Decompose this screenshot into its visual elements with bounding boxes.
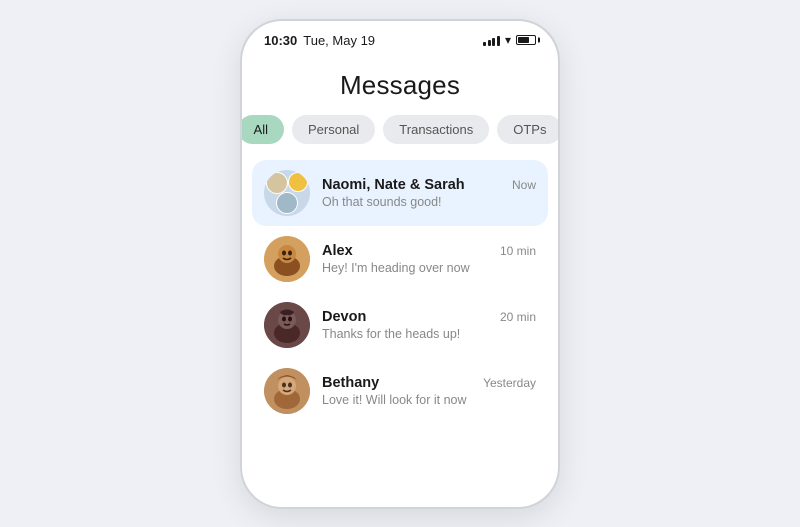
message-preview: Oh that sounds good! — [322, 195, 536, 209]
avatar-devon — [264, 302, 310, 348]
content-area: Messages All Personal Transactions OTPs — [242, 52, 558, 507]
message-time: 20 min — [500, 310, 536, 324]
battery-icon — [516, 35, 536, 45]
tab-otps[interactable]: OTPs — [497, 115, 558, 144]
message-preview: Thanks for the heads up! — [322, 327, 536, 341]
status-time: 10:30 — [264, 33, 297, 48]
avatar-bethany — [264, 368, 310, 414]
signal-icon — [483, 35, 500, 46]
conversation-bethany[interactable]: Bethany Yesterday Love it! Will look for… — [252, 358, 548, 424]
avatar-group — [264, 170, 310, 216]
message-time: Yesterday — [483, 376, 536, 390]
message-time: 10 min — [500, 244, 536, 258]
status-bar: 10:30 Tue, May 19 ▾ — [242, 21, 558, 52]
sender-name: Alex — [322, 243, 353, 259]
conversation-devon[interactable]: Devon 20 min Thanks for the heads up! — [252, 292, 548, 358]
status-icons: ▾ — [483, 33, 536, 47]
message-preview: Love it! Will look for it now — [322, 393, 536, 407]
conversation-alex[interactable]: Alex 10 min Hey! I'm heading over now — [252, 226, 548, 292]
message-body: Naomi, Nate & Sarah Now Oh that sounds g… — [322, 177, 536, 209]
page-title: Messages — [242, 52, 558, 115]
message-body: Bethany Yesterday Love it! Will look for… — [322, 375, 536, 407]
filter-tabs: All Personal Transactions OTPs — [242, 115, 558, 160]
wifi-icon: ▾ — [505, 33, 511, 47]
message-body: Devon 20 min Thanks for the heads up! — [322, 309, 536, 341]
tab-personal[interactable]: Personal — [292, 115, 375, 144]
sender-name: Devon — [322, 309, 366, 325]
sender-name: Bethany — [322, 375, 379, 391]
tab-all[interactable]: All — [242, 115, 284, 144]
phone-frame: 10:30 Tue, May 19 ▾ Messages All Persona… — [240, 19, 560, 509]
message-body: Alex 10 min Hey! I'm heading over now — [322, 243, 536, 275]
conversation-naomi-nate-sarah[interactable]: Naomi, Nate & Sarah Now Oh that sounds g… — [252, 160, 548, 226]
tab-transactions[interactable]: Transactions — [383, 115, 489, 144]
sender-name: Naomi, Nate & Sarah — [322, 177, 465, 193]
message-preview: Hey! I'm heading over now — [322, 261, 536, 275]
avatar-alex — [264, 236, 310, 282]
message-time: Now — [512, 178, 536, 192]
message-list: Naomi, Nate & Sarah Now Oh that sounds g… — [242, 160, 558, 499]
status-date: Tue, May 19 — [303, 33, 375, 48]
